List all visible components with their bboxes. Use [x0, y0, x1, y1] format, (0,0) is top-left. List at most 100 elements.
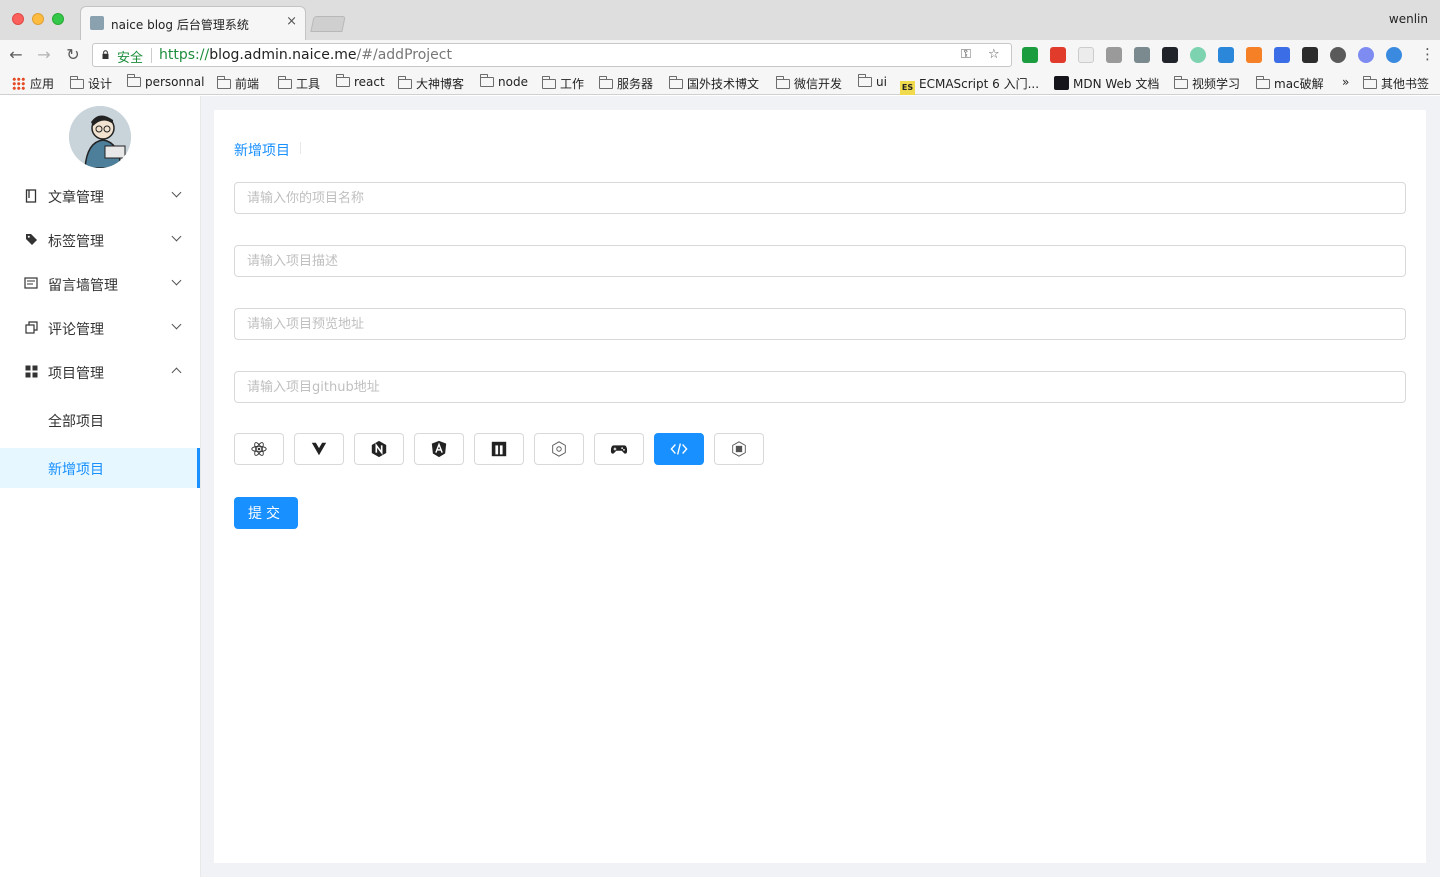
folder-icon — [599, 76, 613, 89]
project-github-url-input[interactable] — [234, 371, 1406, 403]
mdb-icon — [491, 441, 507, 457]
angular-icon — [431, 440, 447, 458]
star-icon[interactable]: ☆ — [988, 47, 1000, 62]
pocket-extension-icon[interactable] — [1218, 47, 1234, 63]
gamepad-icon-button[interactable] — [594, 433, 644, 465]
tab-close-icon[interactable]: × — [286, 14, 297, 29]
vue-icon — [311, 442, 327, 456]
page-title: 新增项目 — [234, 143, 290, 159]
settings-hex-icon — [552, 441, 566, 457]
javascript-icon — [732, 441, 746, 457]
secure-label: 安全 — [117, 51, 144, 66]
adblock-extension-icon[interactable] — [1022, 47, 1038, 63]
bookmark-folder[interactable]: 设计 — [70, 75, 112, 92]
extensions-bar: ⋮ — [1020, 45, 1440, 63]
sidebar: 文章管理 标签管理 留言墙管理 评论管理 项目管理 全部项目 新增项目 — [0, 96, 201, 877]
editor-extension-icon[interactable] — [1246, 47, 1262, 63]
menu-item-message-wall[interactable]: 留言墙管理 — [0, 262, 200, 306]
url-text[interactable]: https://blog.admin.naice.me/#/addProject — [159, 47, 452, 63]
menu-item-comments[interactable]: 评论管理 — [0, 306, 200, 350]
bookmark-folder[interactable]: 微信开发 — [776, 75, 842, 92]
menu-item-projects[interactable]: 项目管理 — [0, 350, 200, 394]
submenu-item-all-projects[interactable]: 全部项目 — [0, 400, 200, 440]
folder-icon — [70, 76, 84, 89]
mdb-icon-button[interactable] — [474, 433, 524, 465]
bookmark-folder[interactable]: mac破解 — [1256, 75, 1324, 92]
appstore-icon — [24, 365, 38, 379]
bookmark-folder[interactable]: 工具 — [278, 75, 320, 92]
tampermonkey-icon[interactable] — [1302, 47, 1318, 63]
folder-icon — [217, 76, 231, 89]
nuxt-icon-button[interactable] — [354, 433, 404, 465]
evernote-icon[interactable] — [1330, 47, 1346, 63]
bookmarks-overflow-button[interactable]: » — [1342, 75, 1349, 89]
submenu-item-label: 新增项目 — [48, 462, 104, 478]
folder-icon — [1256, 76, 1270, 89]
new-tab-button[interactable] — [310, 16, 346, 32]
bookmark-folder[interactable]: 前端 — [217, 75, 259, 92]
vue-devtools-icon[interactable] — [1134, 47, 1150, 63]
folder-icon — [1174, 76, 1188, 89]
react-icon-button[interactable] — [234, 433, 284, 465]
reload-icon[interactable]: ↻ — [63, 45, 83, 65]
menu-item-tags[interactable]: 标签管理 — [0, 218, 200, 262]
javascript-icon-button[interactable] — [714, 433, 764, 465]
close-window-button[interactable] — [12, 13, 24, 25]
content-panel: 新增项目 请输入你的项目名称 请输入项目描述 请输入项目预览地址 请输入项目gi… — [214, 110, 1426, 863]
bookmarks-bar: 应用 设计 personnal 前端 工具 react 大神博客 node 工作… — [0, 70, 1440, 95]
address-bar[interactable]: 安全 https://blog.admin.naice.me/#/addProj… — [92, 43, 1012, 67]
bookmark-folder[interactable]: 国外技术博文 — [669, 75, 759, 92]
bookmark-folder[interactable]: react — [336, 74, 385, 89]
folder-icon — [542, 76, 556, 89]
bookmark-es6[interactable]: ES ECMAScript 6 入门... — [900, 75, 1039, 95]
globe-extension-icon[interactable] — [1386, 47, 1402, 63]
bookmark-folder[interactable]: 服务器 — [599, 75, 653, 92]
bookmark-folder[interactable]: ui — [858, 74, 887, 89]
project-description-input[interactable] — [234, 245, 1406, 277]
chevron-down-icon — [171, 275, 182, 286]
apps-grid-icon — [12, 77, 25, 90]
angular-icon-button[interactable] — [414, 433, 464, 465]
react-devtools-icon[interactable] — [1162, 47, 1178, 63]
bookmark-folder[interactable]: 大神博客 — [398, 75, 464, 92]
menu-item-label: 项目管理 — [48, 366, 104, 382]
submenu-item-add-project[interactable]: 新增项目 — [0, 448, 200, 488]
bookmark-folder-other[interactable]: 其他书签 — [1363, 75, 1429, 92]
folder-icon — [776, 76, 790, 89]
extension-icon[interactable] — [1078, 47, 1094, 63]
bookmark-folder[interactable]: node — [480, 74, 528, 89]
browser-tab[interactable]: naice blog 后台管理系统 × — [80, 6, 306, 40]
submit-button[interactable]: 提交 — [234, 497, 298, 529]
feedly-extension-icon[interactable] — [1050, 47, 1066, 63]
folder-icon — [127, 74, 141, 87]
menu-item-articles[interactable]: 文章管理 — [0, 174, 200, 218]
minimize-window-button[interactable] — [32, 13, 44, 25]
gamepad-icon — [610, 445, 628, 454]
submenu-item-label: 全部项目 — [48, 414, 104, 430]
menu-item-label: 文章管理 — [48, 190, 104, 206]
more-menu-icon[interactable]: ⋮ — [1420, 45, 1435, 63]
color-picker-icon[interactable] — [1190, 47, 1206, 63]
folder-icon — [858, 74, 872, 87]
project-preview-url-input[interactable] — [234, 308, 1406, 340]
bookmark-folder[interactable]: 视频学习 — [1174, 75, 1240, 92]
bookmark-folder[interactable]: 工作 — [542, 75, 584, 92]
bookmark-mdn[interactable]: MDN Web 文档 — [1054, 75, 1159, 92]
tab-title: naice blog 后台管理系统 — [111, 18, 249, 32]
bookmark-folder[interactable]: personnal — [127, 74, 204, 89]
profile-extension-icon[interactable] — [1358, 47, 1374, 63]
settings-hex-icon-button[interactable] — [534, 433, 584, 465]
key-icon[interactable]: ⚿ — [961, 47, 971, 62]
back-arrow-icon[interactable]: ← — [6, 45, 26, 65]
bookmark-apps[interactable]: 应用 — [12, 75, 54, 92]
ruler-extension-icon[interactable] — [1274, 47, 1290, 63]
vue-icon-button[interactable] — [294, 433, 344, 465]
translate-extension-icon[interactable] — [1106, 47, 1122, 63]
menu-item-label: 标签管理 — [48, 234, 104, 250]
maximize-window-button[interactable] — [52, 13, 64, 25]
profile-name[interactable]: wenlin — [1389, 12, 1428, 26]
avatar-illustration — [69, 106, 131, 168]
forward-arrow-icon[interactable]: → — [34, 45, 54, 65]
project-name-input[interactable] — [234, 182, 1406, 214]
code-icon-button[interactable] — [654, 433, 704, 465]
